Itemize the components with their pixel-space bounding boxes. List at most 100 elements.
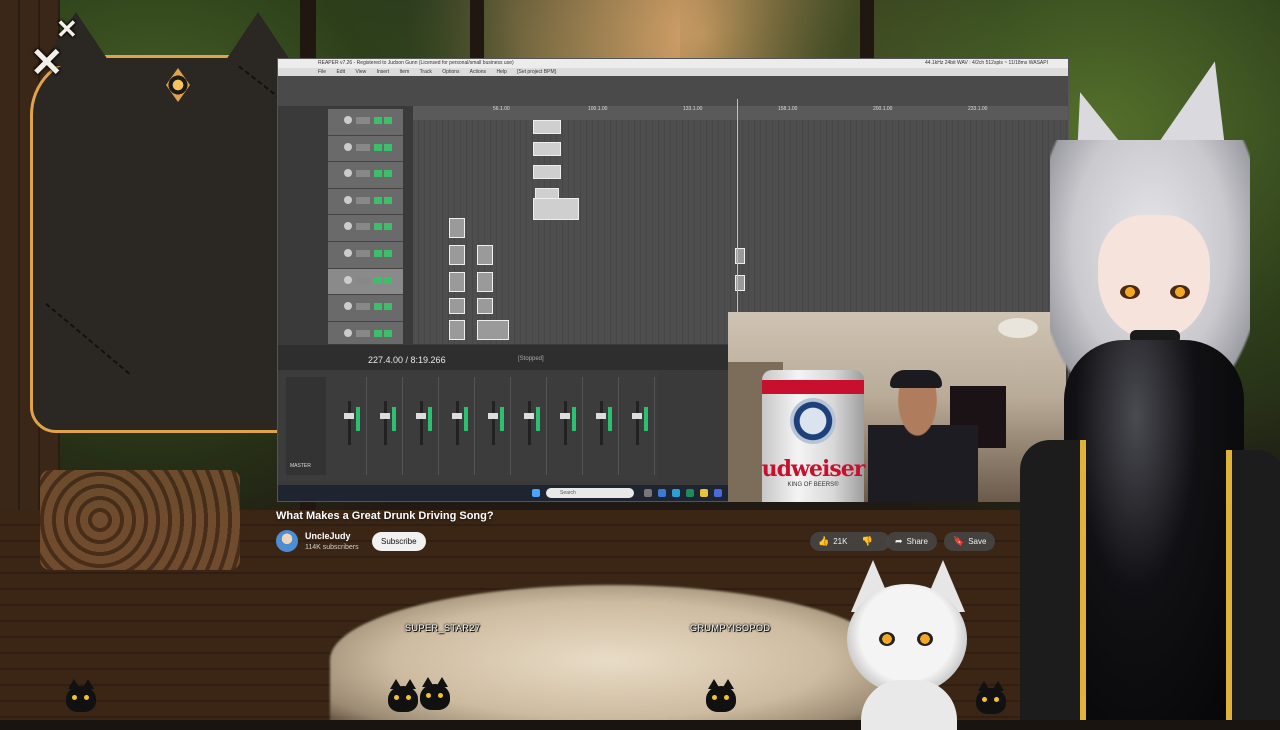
- save-button[interactable]: 🔖 Save: [944, 532, 996, 551]
- mixer-channel[interactable]: [588, 377, 619, 475]
- mixer-channel[interactable]: [444, 377, 475, 475]
- fader-cap[interactable]: [380, 413, 390, 419]
- share-button[interactable]: ➦ Share: [886, 532, 937, 551]
- like-count[interactable]: 21K: [833, 537, 847, 546]
- volume-knob[interactable]: [344, 248, 352, 257]
- volume-knob[interactable]: [344, 328, 352, 337]
- folder-icon[interactable]: [700, 489, 708, 497]
- mixer-channel[interactable]: [408, 377, 439, 475]
- channel-fader[interactable]: [384, 401, 387, 445]
- track-buttons[interactable]: [356, 249, 370, 257]
- media-item[interactable]: [477, 272, 493, 292]
- app-icon[interactable]: [686, 489, 694, 497]
- record-arm-button[interactable]: [374, 170, 382, 178]
- arrange-view[interactable]: [413, 120, 1068, 344]
- track-buttons[interactable]: [356, 303, 370, 311]
- track-row-selected[interactable]: [328, 268, 403, 296]
- media-item[interactable]: [477, 320, 509, 340]
- monitor-button[interactable]: [384, 249, 392, 257]
- track-row[interactable]: [328, 189, 403, 216]
- menu-item[interactable]: Item: [400, 69, 410, 75]
- media-item[interactable]: [533, 142, 561, 156]
- media-item[interactable]: [449, 320, 465, 340]
- mixer-channel[interactable]: [624, 377, 655, 475]
- track-buttons[interactable]: [356, 117, 370, 124]
- fader-cap[interactable]: [632, 413, 642, 419]
- media-item[interactable]: [533, 120, 561, 134]
- monitor-button[interactable]: [384, 329, 392, 337]
- track-row[interactable]: [328, 242, 403, 269]
- playhead-cursor[interactable]: [737, 99, 738, 344]
- record-arm-button[interactable]: [374, 117, 382, 124]
- mixer-channel[interactable]: [336, 377, 367, 475]
- mixer-channel[interactable]: [552, 377, 583, 475]
- menu-options[interactable]: Options: [442, 69, 459, 75]
- mixer-channel[interactable]: [372, 377, 403, 475]
- record-arm-button[interactable]: [374, 276, 382, 284]
- menu-actions[interactable]: Actions: [470, 69, 486, 75]
- master-strip[interactable]: MASTER: [286, 377, 326, 475]
- fader-cap[interactable]: [524, 413, 534, 419]
- track-buttons[interactable]: [356, 170, 370, 178]
- volume-knob[interactable]: [344, 142, 352, 151]
- timeline-ruler[interactable]: 56.1.00 100.1.00 133.1.00 158.1.00 200.1…: [413, 106, 1068, 120]
- menu-view[interactable]: View: [355, 69, 366, 75]
- track-buttons[interactable]: [356, 196, 370, 204]
- media-item[interactable]: [533, 165, 561, 179]
- monitor-button[interactable]: [384, 196, 392, 204]
- track-row[interactable]: [328, 295, 403, 322]
- track-buttons[interactable]: [356, 329, 370, 337]
- monitor-button[interactable]: [384, 117, 392, 124]
- menu-track[interactable]: Track: [420, 69, 432, 75]
- mixer-channel[interactable]: [480, 377, 511, 475]
- menu-file[interactable]: File: [318, 69, 326, 75]
- channel-fader[interactable]: [420, 401, 423, 445]
- record-arm-button[interactable]: [374, 329, 382, 337]
- menu-edit[interactable]: Edit: [336, 69, 345, 75]
- fader-cap[interactable]: [344, 413, 354, 419]
- track-row[interactable]: [328, 215, 403, 242]
- channel-fader[interactable]: [600, 401, 603, 445]
- app-icon[interactable]: [658, 489, 666, 497]
- fader-cap[interactable]: [596, 413, 606, 419]
- taskbar-search[interactable]: Search: [546, 488, 634, 498]
- monitor-button[interactable]: [384, 143, 392, 151]
- monitor-button[interactable]: [384, 223, 392, 231]
- channel-fader[interactable]: [456, 401, 459, 445]
- record-arm-button[interactable]: [374, 249, 382, 257]
- channel-fader[interactable]: [492, 401, 495, 445]
- subscribe-button[interactable]: Subscribe: [372, 532, 426, 551]
- volume-knob[interactable]: [344, 302, 352, 311]
- record-arm-button[interactable]: [374, 223, 382, 231]
- volume-knob[interactable]: [344, 169, 352, 178]
- monitor-button[interactable]: [384, 170, 392, 178]
- media-item[interactable]: [449, 298, 465, 314]
- thumbs-up-icon[interactable]: 👍: [818, 532, 829, 551]
- monitor-button[interactable]: [384, 276, 392, 284]
- app-icon[interactable]: [714, 489, 722, 497]
- channel-fader[interactable]: [564, 401, 567, 445]
- monitor-button[interactable]: [384, 303, 392, 311]
- media-item[interactable]: [533, 198, 579, 220]
- start-icon[interactable]: [532, 489, 540, 497]
- mixer-channel[interactable]: [516, 377, 547, 475]
- record-arm-button[interactable]: [374, 143, 382, 151]
- track-row[interactable]: [328, 162, 403, 189]
- fader-cap[interactable]: [416, 413, 426, 419]
- track-buttons[interactable]: [356, 223, 370, 231]
- track-buttons[interactable]: [356, 143, 370, 151]
- menu-insert[interactable]: Insert: [377, 69, 390, 75]
- record-arm-button[interactable]: [374, 196, 382, 204]
- fader-cap[interactable]: [560, 413, 570, 419]
- volume-knob[interactable]: [344, 195, 352, 204]
- record-arm-button[interactable]: [374, 303, 382, 311]
- menu-help[interactable]: Help: [496, 69, 506, 75]
- task-view-icon[interactable]: [644, 489, 652, 497]
- track-row[interactable]: [328, 109, 403, 136]
- media-item[interactable]: [449, 218, 465, 238]
- thumbs-down-icon[interactable]: 👎: [862, 532, 873, 551]
- volume-knob[interactable]: [344, 275, 352, 284]
- channel-avatar[interactable]: [276, 530, 298, 552]
- media-item[interactable]: [449, 245, 465, 265]
- media-item[interactable]: [449, 272, 465, 292]
